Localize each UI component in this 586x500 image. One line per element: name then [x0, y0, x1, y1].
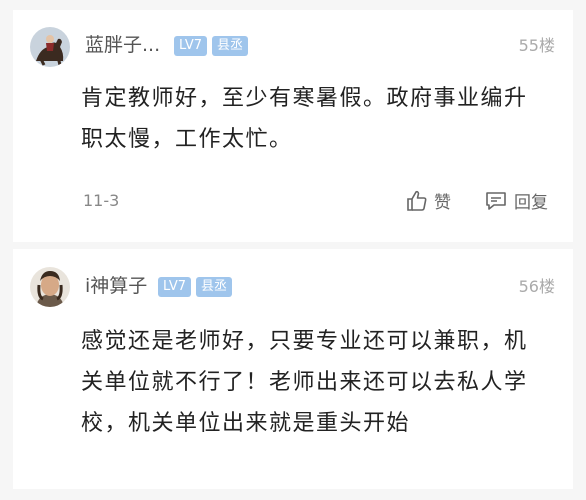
username[interactable]: i神算子 — [85, 274, 147, 298]
level-badge: LV7 — [174, 36, 207, 56]
reply-label: 回复 — [514, 193, 548, 213]
user-avatar[interactable] — [30, 27, 70, 67]
comment-date: 11-3 — [83, 191, 120, 210]
level-badge: LV7 — [158, 277, 191, 297]
comment-card: i神算子 LV7 县丞 56楼 感觉还是老师好，只要专业还可以兼职，机关单位就不… — [13, 249, 573, 489]
like-button[interactable]: 赞 — [406, 188, 451, 213]
comment-text: 肯定教师好，至少有寒暑假。政府事业编升职太慢，工作太忙。 — [81, 86, 528, 152]
comment-bubble-icon — [486, 191, 506, 210]
person-avatar-icon — [30, 267, 70, 307]
thumbs-up-icon — [407, 190, 427, 211]
horse-rider-avatar-icon — [30, 27, 70, 67]
reply-button[interactable]: 回复 — [484, 188, 548, 213]
username[interactable]: 蓝胖子... — [85, 33, 160, 57]
user-avatar[interactable] — [30, 267, 70, 307]
comment-text: 感觉还是老师好，只要专业还可以兼职，机关单位就不行了！老师出来还可以去私人学校，… — [81, 329, 528, 436]
like-label: 赞 — [434, 193, 451, 213]
floor-number: 56楼 — [518, 277, 555, 296]
comment-card: 蓝胖子... LV7 县丞 55楼 肯定教师好，至少有寒暑假。政府事业编升职太慢… — [13, 10, 573, 242]
title-badge: 县丞 — [196, 277, 233, 297]
floor-number: 55楼 — [518, 36, 555, 55]
title-badge: 县丞 — [212, 36, 249, 56]
